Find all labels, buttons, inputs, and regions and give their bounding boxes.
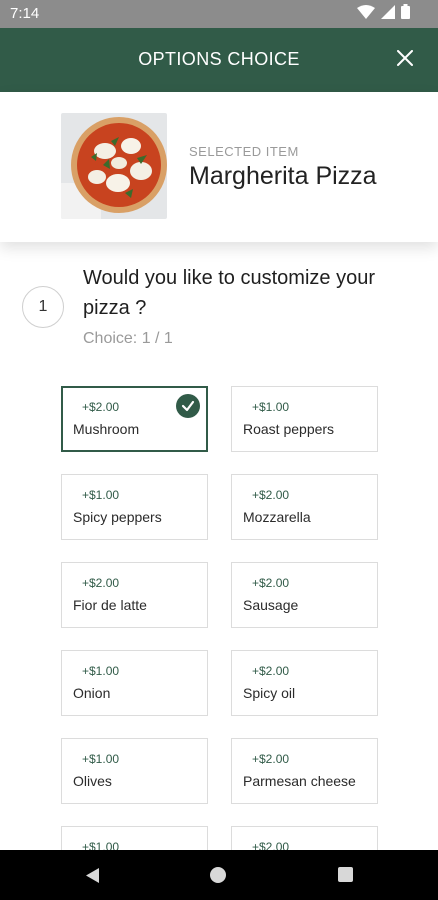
option-name: Onion bbox=[73, 685, 111, 701]
signal-icon bbox=[381, 4, 395, 24]
option-price: +$1.00 bbox=[82, 488, 120, 502]
option-price: +$2.00 bbox=[252, 576, 290, 590]
option-price: +$2.00 bbox=[252, 752, 290, 766]
battery-icon bbox=[401, 4, 410, 24]
status-icons bbox=[357, 4, 410, 24]
option-onion[interactable]: +$1.00 Onion bbox=[61, 650, 208, 716]
option-price: +$2.00 bbox=[82, 576, 120, 590]
item-meta: SELECTED ITEM Margherita Pizza bbox=[189, 144, 377, 191]
option-olives[interactable]: +$1.00 Olives bbox=[61, 738, 208, 804]
option-name: Mushroom bbox=[73, 421, 140, 437]
close-button[interactable] bbox=[390, 45, 420, 75]
option-name: Parmesan cheese bbox=[243, 773, 356, 789]
option-price: +$1.00 bbox=[82, 664, 120, 678]
option-price: +$2.00 bbox=[82, 400, 120, 414]
status-bar: 7:14 bbox=[0, 0, 438, 28]
selected-item-card: SELECTED ITEM Margherita Pizza bbox=[0, 92, 438, 242]
option-name: Sausage bbox=[243, 597, 299, 613]
pizza-image bbox=[61, 113, 167, 219]
check-icon bbox=[176, 394, 200, 418]
option-parmesan-cheese[interactable]: +$2.00 Parmesan cheese bbox=[231, 738, 378, 804]
back-icon[interactable] bbox=[84, 867, 100, 889]
option-spicy-peppers[interactable]: +$1.00 Spicy peppers bbox=[61, 474, 208, 540]
step-number-badge: 1 bbox=[22, 286, 64, 328]
item-name: Margherita Pizza bbox=[189, 162, 377, 190]
wifi-icon bbox=[357, 4, 375, 24]
option-mushroom[interactable]: +$2.00 Mushroom bbox=[61, 386, 208, 452]
page-title: OPTIONS CHOICE bbox=[138, 49, 300, 69]
home-icon[interactable] bbox=[210, 867, 226, 883]
question-text: Would you like to customize your pizza ? bbox=[83, 267, 375, 319]
option-name: Spicy oil bbox=[243, 685, 296, 701]
system-nav-bar bbox=[0, 850, 438, 900]
option-fior-de-latte[interactable]: +$2.00 Fior de latte bbox=[61, 562, 208, 628]
option-name: Roast peppers bbox=[243, 421, 335, 437]
option-roast-peppers[interactable]: +$1.00 Roast peppers bbox=[231, 386, 378, 452]
recent-apps-icon[interactable] bbox=[338, 867, 353, 882]
option-name: Olives bbox=[73, 773, 112, 789]
option-mozzarella[interactable]: +$2.00 Mozzarella bbox=[231, 474, 378, 540]
option-spicy-oil[interactable]: +$2.00 Spicy oil bbox=[231, 650, 378, 716]
option-price: +$2.00 bbox=[252, 664, 290, 678]
selected-item-label: SELECTED ITEM bbox=[189, 144, 299, 159]
option-price: +$2.00 bbox=[252, 488, 290, 502]
option-name: Spicy peppers bbox=[73, 509, 162, 525]
option-price: +$1.00 bbox=[252, 400, 290, 414]
option-price: +$1.00 bbox=[82, 752, 120, 766]
option-name: Fior de latte bbox=[73, 597, 147, 613]
option-name: Mozzarella bbox=[243, 509, 311, 525]
options-header: OPTIONS CHOICE bbox=[0, 28, 438, 92]
close-icon bbox=[397, 49, 413, 71]
status-time: 7:14 bbox=[10, 5, 40, 22]
choice-count: Choice: 1 / 1 bbox=[83, 330, 173, 347]
option-sausage[interactable]: +$2.00 Sausage bbox=[231, 562, 378, 628]
